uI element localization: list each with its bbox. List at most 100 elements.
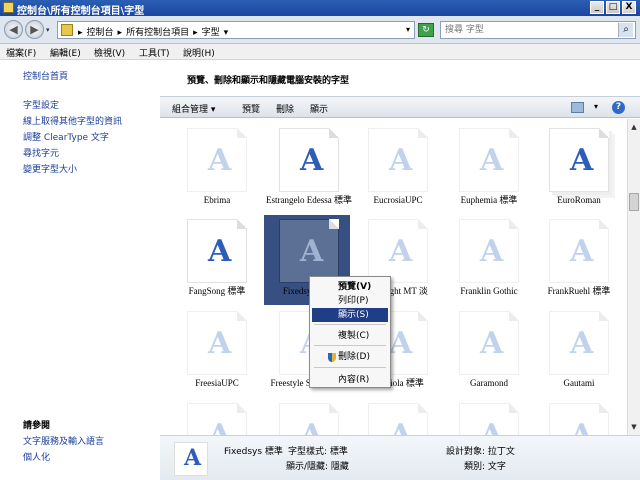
breadcrumb-sep[interactable]: ▸ <box>193 28 198 38</box>
menu-edit[interactable]: 編輯(E) <box>50 46 81 59</box>
font-name-label: Garamond <box>470 378 508 388</box>
font-name-label: Gautami <box>563 378 595 388</box>
context-menu-item[interactable]: 刪除(D) <box>312 350 388 364</box>
back-button[interactable]: ◀ <box>4 20 23 39</box>
font-name-label: FangSong 標準 <box>188 286 246 296</box>
font-tile[interactable]: A Euphemia 標準 <box>444 124 534 216</box>
font-tile[interactable]: A <box>264 399 354 435</box>
context-menu-item[interactable]: 預覽(V) <box>312 280 388 294</box>
font-glyph: A <box>570 234 594 269</box>
font-glyph: A <box>300 234 324 269</box>
scroll-thumb[interactable] <box>629 193 639 211</box>
breadcrumb-control-panel[interactable]: 控制台 <box>87 28 114 38</box>
detail-category: 類別: 文字 <box>464 462 506 472</box>
font-tile[interactable]: A EuroRoman <box>534 124 624 216</box>
menu-help[interactable]: 說明(H) <box>183 46 215 59</box>
font-tile[interactable]: A FreesiaUPC <box>172 307 262 399</box>
see-also-heading: 請參閱 <box>23 421 51 431</box>
font-glyph: A <box>570 326 594 361</box>
font-file-icon: A <box>459 219 519 283</box>
font-glyph: A <box>480 418 503 435</box>
context-menu-item[interactable]: 內容(R) <box>312 373 388 387</box>
view-dropdown-icon[interactable]: ▾ <box>594 102 598 111</box>
font-glyph: A <box>480 143 504 178</box>
font-glyph: A <box>208 418 231 435</box>
font-glyph: A <box>480 234 504 269</box>
search-box[interactable]: ⌕ <box>440 21 636 39</box>
font-tile[interactable]: A EucrosiaUPC <box>353 124 443 216</box>
link-get-font-info[interactable]: 線上取得其他字型的資訊 <box>23 114 122 127</box>
font-glyph: A <box>300 418 323 435</box>
search-input[interactable] <box>445 24 615 36</box>
font-tile[interactable]: A <box>444 399 534 435</box>
close-button[interactable]: X <box>622 1 636 14</box>
font-name-label: EuroRoman <box>557 195 601 205</box>
font-grid: A Ebrima A Estrangelo Edessa 標準 A EucrosiaUPC… <box>160 119 627 435</box>
font-file-icon: A <box>549 311 609 375</box>
font-file-icon: A <box>187 403 247 435</box>
scroll-up-icon[interactable]: ▲ <box>628 121 640 133</box>
context-menu-label: 內容(R) <box>338 375 370 385</box>
font-tile[interactable]: A Ebrima <box>172 124 262 216</box>
title-bar: 控制台\所有控制台項目\字型 _ □ X <box>0 0 640 17</box>
font-tile[interactable]: A <box>353 399 443 435</box>
link-find-character[interactable]: 尋找字元 <box>23 146 59 159</box>
delete-button[interactable]: 刪除 <box>276 102 294 115</box>
breadcrumb-fonts[interactable]: 字型 <box>202 28 220 38</box>
link-cleartype[interactable]: 調整 ClearType 文字 <box>23 130 109 143</box>
font-name-label: Euphemia 標準 <box>460 195 518 205</box>
font-glyph: A <box>389 326 413 361</box>
context-menu-label: 顯示(S) <box>338 310 369 320</box>
link-control-panel-home[interactable]: 控制台首頁 <box>23 69 68 82</box>
menu-view[interactable]: 檢視(V) <box>94 46 125 59</box>
menu-tools[interactable]: 工具(T) <box>139 46 170 59</box>
forward-button[interactable]: ▶ <box>25 20 44 39</box>
show-button[interactable]: 顯示 <box>310 102 328 115</box>
uac-shield-icon <box>328 353 336 362</box>
font-tile[interactable]: A Franklin Gothic <box>444 215 534 307</box>
address-field[interactable]: ▸ 控制台 ▸ 所有控制台項目 ▸ 字型 ▾ ▾ <box>57 21 415 39</box>
context-menu-item[interactable]: 複製(C) <box>312 329 388 343</box>
context-menu-item[interactable]: 列印(P) <box>312 294 388 308</box>
preview-button[interactable]: 預覽 <box>242 102 260 115</box>
history-dropdown[interactable]: ▾ <box>46 26 50 34</box>
font-tile[interactable]: A <box>172 399 262 435</box>
organize-button[interactable]: 組合管理 ▾ <box>172 102 215 115</box>
font-glyph: A <box>300 143 324 178</box>
help-icon[interactable]: ? <box>612 101 625 114</box>
command-bar: 組合管理 ▾ 預覽 刪除 顯示 ▾ ? <box>160 96 640 118</box>
link-change-font-size[interactable]: 變更字型大小 <box>23 162 77 175</box>
font-name-label: Ebrima <box>203 195 231 205</box>
refresh-icon[interactable]: ↻ <box>418 23 434 37</box>
breadcrumb-sep[interactable]: ▸ <box>118 28 123 38</box>
font-tile[interactable]: A FrankRuehl 標準 <box>534 215 624 307</box>
link-font-settings[interactable]: 字型設定 <box>23 98 59 111</box>
font-tile[interactable]: A Gautami <box>534 307 624 399</box>
minimize-button[interactable]: _ <box>590 1 604 14</box>
context-menu-item[interactable]: 顯示(S) <box>312 308 388 322</box>
context-menu-label: 列印(P) <box>338 296 369 306</box>
maximize-button[interactable]: □ <box>606 1 620 14</box>
folder-icon <box>3 2 14 13</box>
breadcrumb-dropdown[interactable]: ▾ <box>224 28 229 38</box>
address-dropdown-icon[interactable]: ▾ <box>406 25 410 34</box>
link-personalization[interactable]: 個人化 <box>23 450 50 463</box>
change-view-icon[interactable] <box>571 102 584 113</box>
breadcrumb-all-items[interactable]: 所有控制台項目 <box>126 28 189 38</box>
link-text-services[interactable]: 文字服務及輸入語言 <box>23 434 104 447</box>
font-tile[interactable]: A <box>534 399 624 435</box>
font-file-icon: A <box>187 311 247 375</box>
font-file-icon: A <box>368 219 428 283</box>
menu-file[interactable]: 檔案(F) <box>6 46 36 59</box>
font-file-icon: A <box>279 128 339 192</box>
font-tile[interactable]: A Garamond <box>444 307 534 399</box>
breadcrumb-sep[interactable]: ▸ <box>78 28 83 38</box>
search-icon[interactable]: ⌕ <box>618 23 633 37</box>
font-glyph: A <box>389 418 412 435</box>
font-tile[interactable]: A Estrangelo Edessa 標準 <box>264 124 354 216</box>
font-glyph: A <box>208 143 232 178</box>
font-file-icon: A <box>187 128 247 192</box>
font-tile[interactable]: A FangSong 標準 <box>172 215 262 307</box>
vertical-scrollbar[interactable]: ▲ ▼ <box>627 119 640 435</box>
scroll-down-icon[interactable]: ▼ <box>628 421 640 433</box>
